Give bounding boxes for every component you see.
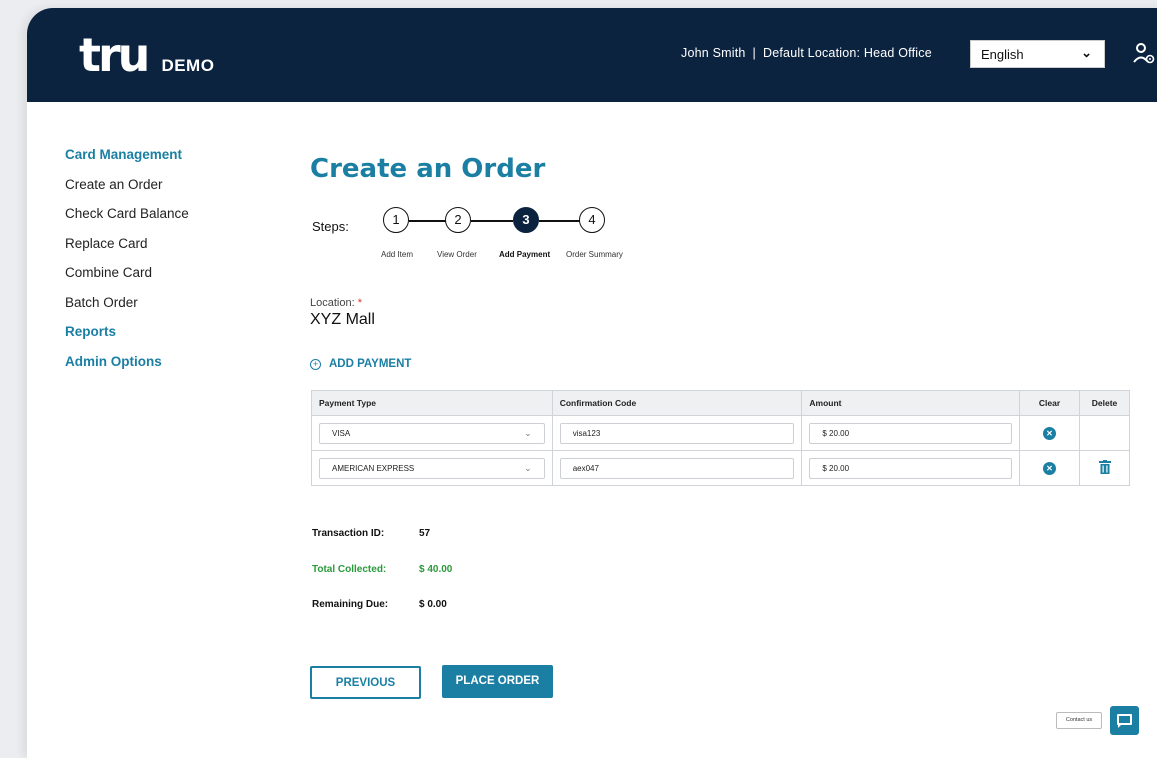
step-4[interactable]: 4 bbox=[579, 207, 605, 233]
step-1-label: Add Item bbox=[381, 250, 414, 259]
payment-type-cell: VISA ⌄ bbox=[311, 415, 553, 451]
clear-cell: ✕ bbox=[1019, 415, 1080, 451]
total-collected-label: Total Collected: bbox=[312, 564, 387, 575]
default-location: Default Location: Head Office bbox=[762, 46, 932, 60]
table-header-row: Payment Type Confirmation Code Amount Cl… bbox=[311, 390, 1130, 416]
transaction-id-label: Transaction ID: bbox=[312, 528, 385, 539]
amount-cell: $ 20.00 bbox=[801, 415, 1021, 451]
table-row: VISA ⌄ visa123 $ 20.00 ✕ bbox=[311, 415, 1130, 451]
delete-cell bbox=[1079, 450, 1130, 486]
location-label-text: Location: bbox=[310, 297, 355, 309]
steps-label: Steps: bbox=[312, 219, 349, 234]
logo-wordmark: tru bbox=[79, 28, 150, 82]
payment-type-value: AMERICAN EXPRESS bbox=[332, 463, 415, 473]
chat-icon-tail bbox=[1118, 724, 1122, 728]
payment-type-value: VISA bbox=[332, 428, 351, 438]
chevron-down-icon: ⌄ bbox=[524, 462, 532, 473]
col-amount: Amount bbox=[801, 390, 1021, 416]
sidebar-item-batch-order[interactable]: Batch Order bbox=[65, 295, 138, 310]
payment-type-select[interactable]: AMERICAN EXPRESS ⌄ bbox=[319, 457, 545, 479]
clear-icon[interactable]: ✕ bbox=[1043, 426, 1057, 440]
payment-type-select[interactable]: VISA ⌄ bbox=[319, 422, 545, 444]
add-circle-icon: + bbox=[310, 358, 321, 370]
sidebar-item-admin-options[interactable]: Admin Options bbox=[65, 354, 162, 369]
col-clear: Clear bbox=[1019, 390, 1080, 416]
chevron-down-icon: ⌄ bbox=[524, 427, 532, 438]
add-payment-button[interactable]: + ADD PAYMENT bbox=[310, 358, 411, 370]
step-1[interactable]: 1 bbox=[383, 207, 409, 233]
col-delete: Delete bbox=[1079, 390, 1130, 416]
transaction-id-value: 57 bbox=[419, 528, 431, 539]
logo-demo-label: DEMO bbox=[161, 56, 215, 75]
confirmation-code-input[interactable]: aex047 bbox=[559, 457, 795, 479]
sidebar-item-create-order[interactable]: Create an Order bbox=[65, 177, 163, 192]
app-window: tru DEMO John Smith | Default Location: He… bbox=[27, 8, 1157, 758]
step-connector bbox=[471, 220, 513, 222]
total-collected-value: $ 40.00 bbox=[419, 564, 453, 575]
confirmation-code-cell: visa123 bbox=[551, 415, 803, 451]
required-marker: * bbox=[357, 297, 362, 309]
main-content: Create an Order Steps: 1 2 3 4 Add Item … bbox=[262, 102, 1157, 758]
user-name: John Smith bbox=[681, 46, 746, 60]
place-order-button[interactable]: PLACE ORDER bbox=[442, 665, 553, 698]
clear-icon[interactable]: ✕ bbox=[1043, 461, 1057, 475]
delete-cell bbox=[1079, 415, 1130, 451]
clear-cell: ✕ bbox=[1019, 450, 1080, 486]
confirmation-code-input[interactable]: visa123 bbox=[559, 422, 795, 444]
sidebar-item-reports[interactable]: Reports bbox=[65, 324, 116, 339]
add-payment-label: ADD PAYMENT bbox=[329, 358, 412, 370]
step-3[interactable]: 3 bbox=[513, 207, 539, 233]
sidebar-item-replace-card[interactable]: Replace Card bbox=[65, 236, 148, 251]
payments-table: Payment Type Confirmation Code Amount Cl… bbox=[311, 390, 1130, 486]
page-title: Create an Order bbox=[310, 154, 546, 184]
col-payment-type: Payment Type bbox=[311, 390, 553, 416]
step-4-label: Order Summary bbox=[566, 250, 623, 259]
step-2[interactable]: 2 bbox=[445, 207, 471, 233]
remaining-due-label: Remaining Due: bbox=[312, 599, 389, 610]
col-confirmation-code: Confirmation Code bbox=[551, 390, 803, 416]
user-info: John Smith | Default Location: Head Office bbox=[681, 46, 932, 60]
logo[interactable]: tru DEMO bbox=[79, 28, 214, 78]
payment-type-cell: AMERICAN EXPRESS ⌄ bbox=[311, 450, 553, 486]
user-settings-icon[interactable] bbox=[1133, 42, 1155, 66]
step-2-label: View Order bbox=[437, 250, 477, 259]
confirmation-code-cell: aex047 bbox=[551, 450, 803, 486]
remaining-due-value: $ 0.00 bbox=[419, 599, 447, 610]
location-label: Location: * bbox=[310, 297, 362, 309]
amount-cell: $ 20.00 bbox=[801, 450, 1021, 486]
language-value: English bbox=[981, 47, 1024, 62]
amount-input[interactable]: $ 20.00 bbox=[809, 457, 1013, 479]
user-info-separator: | bbox=[752, 46, 756, 60]
step-3-label: Add Payment bbox=[499, 250, 551, 259]
amount-input[interactable]: $ 20.00 bbox=[809, 422, 1013, 444]
sidebar-item-combine-card[interactable]: Combine Card bbox=[65, 265, 152, 280]
location-value: XYZ Mall bbox=[310, 311, 375, 328]
chevron-down-icon: ⌄ bbox=[1081, 45, 1092, 60]
language-select[interactable]: English ⌄ bbox=[970, 40, 1105, 68]
contact-us-button[interactable]: Contact us bbox=[1056, 712, 1102, 729]
step-connector bbox=[539, 220, 581, 222]
previous-button[interactable]: PREVIOUS bbox=[310, 666, 421, 699]
table-row: AMERICAN EXPRESS ⌄ aex047 $ 20.00 ✕ bbox=[311, 450, 1130, 486]
chat-button[interactable] bbox=[1110, 706, 1139, 735]
sidebar: Card Management Create an Order Check Ca… bbox=[27, 102, 262, 758]
sidebar-item-check-card-balance[interactable]: Check Card Balance bbox=[65, 206, 189, 221]
trash-icon[interactable] bbox=[1098, 460, 1111, 474]
top-header: tru DEMO John Smith | Default Location: He… bbox=[27, 8, 1157, 102]
sidebar-item-card-management[interactable]: Card Management bbox=[65, 147, 182, 162]
